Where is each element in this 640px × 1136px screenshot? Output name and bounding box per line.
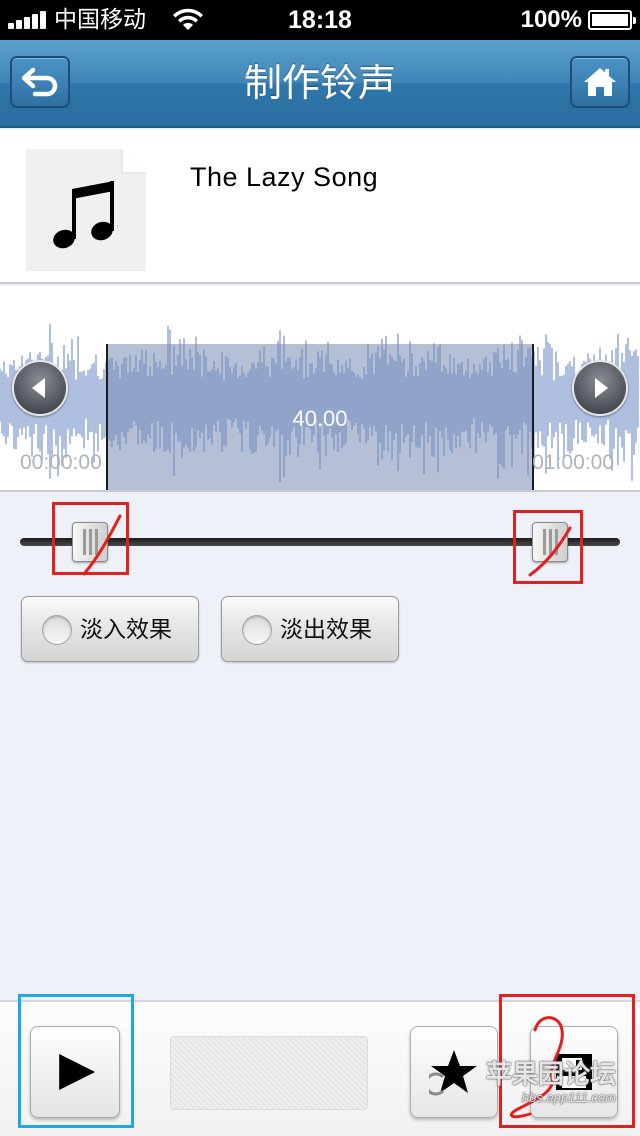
selection-duration: 40.00 <box>292 406 348 431</box>
selection-region[interactable]: 40.00 <box>106 344 534 490</box>
home-button[interactable] <box>570 56 630 108</box>
watermark: 苹果园论坛 bbs.app111.com <box>486 1060 616 1106</box>
star-icon <box>429 1050 477 1096</box>
song-title: The Lazy Song <box>190 162 379 192</box>
playback-progress <box>170 1036 368 1110</box>
music-note-icon <box>26 149 146 271</box>
annotation-box-end-handle <box>513 510 583 584</box>
scroll-right-button[interactable] <box>572 360 628 416</box>
home-icon <box>584 68 616 96</box>
fade-out-radio[interactable] <box>242 615 272 645</box>
fade-out-label: 淡出效果 <box>280 617 372 643</box>
favorite-button[interactable] <box>410 1026 498 1118</box>
waveform-area[interactable]: 40.00 00:00:00 01:00:00 <box>0 286 640 492</box>
start-time-label: 00:00:00 <box>20 451 102 474</box>
fade-in-button[interactable]: 淡入效果 <box>21 596 199 662</box>
watermark-sub: bbs.app111.com <box>521 1090 616 1105</box>
watermark-main: 苹果园论坛 <box>485 1060 616 1090</box>
arrow-right-icon <box>595 378 608 398</box>
scroll-left-button[interactable] <box>12 360 68 416</box>
battery-icon <box>588 10 636 30</box>
page-title: 制作铃声 <box>243 61 396 105</box>
fade-in-radio[interactable] <box>42 615 72 645</box>
battery-fill <box>592 14 628 26</box>
battery-percent: 100% <box>520 6 582 33</box>
annotation-box-start-handle <box>52 502 129 575</box>
fade-out-button[interactable]: 淡出效果 <box>221 596 399 662</box>
arrow-left-icon <box>32 378 45 398</box>
status-bar: 中国移动 18:18 100% <box>0 0 640 40</box>
song-info: The Lazy Song <box>0 130 640 284</box>
back-button[interactable] <box>10 56 70 108</box>
annotation-box-play <box>18 994 134 1128</box>
back-arrow-icon <box>21 67 58 97</box>
nav-bar: 制作铃声 <box>0 40 640 128</box>
end-time-label: 01:00:00 <box>532 451 614 474</box>
fade-in-label: 淡入效果 <box>80 617 172 643</box>
